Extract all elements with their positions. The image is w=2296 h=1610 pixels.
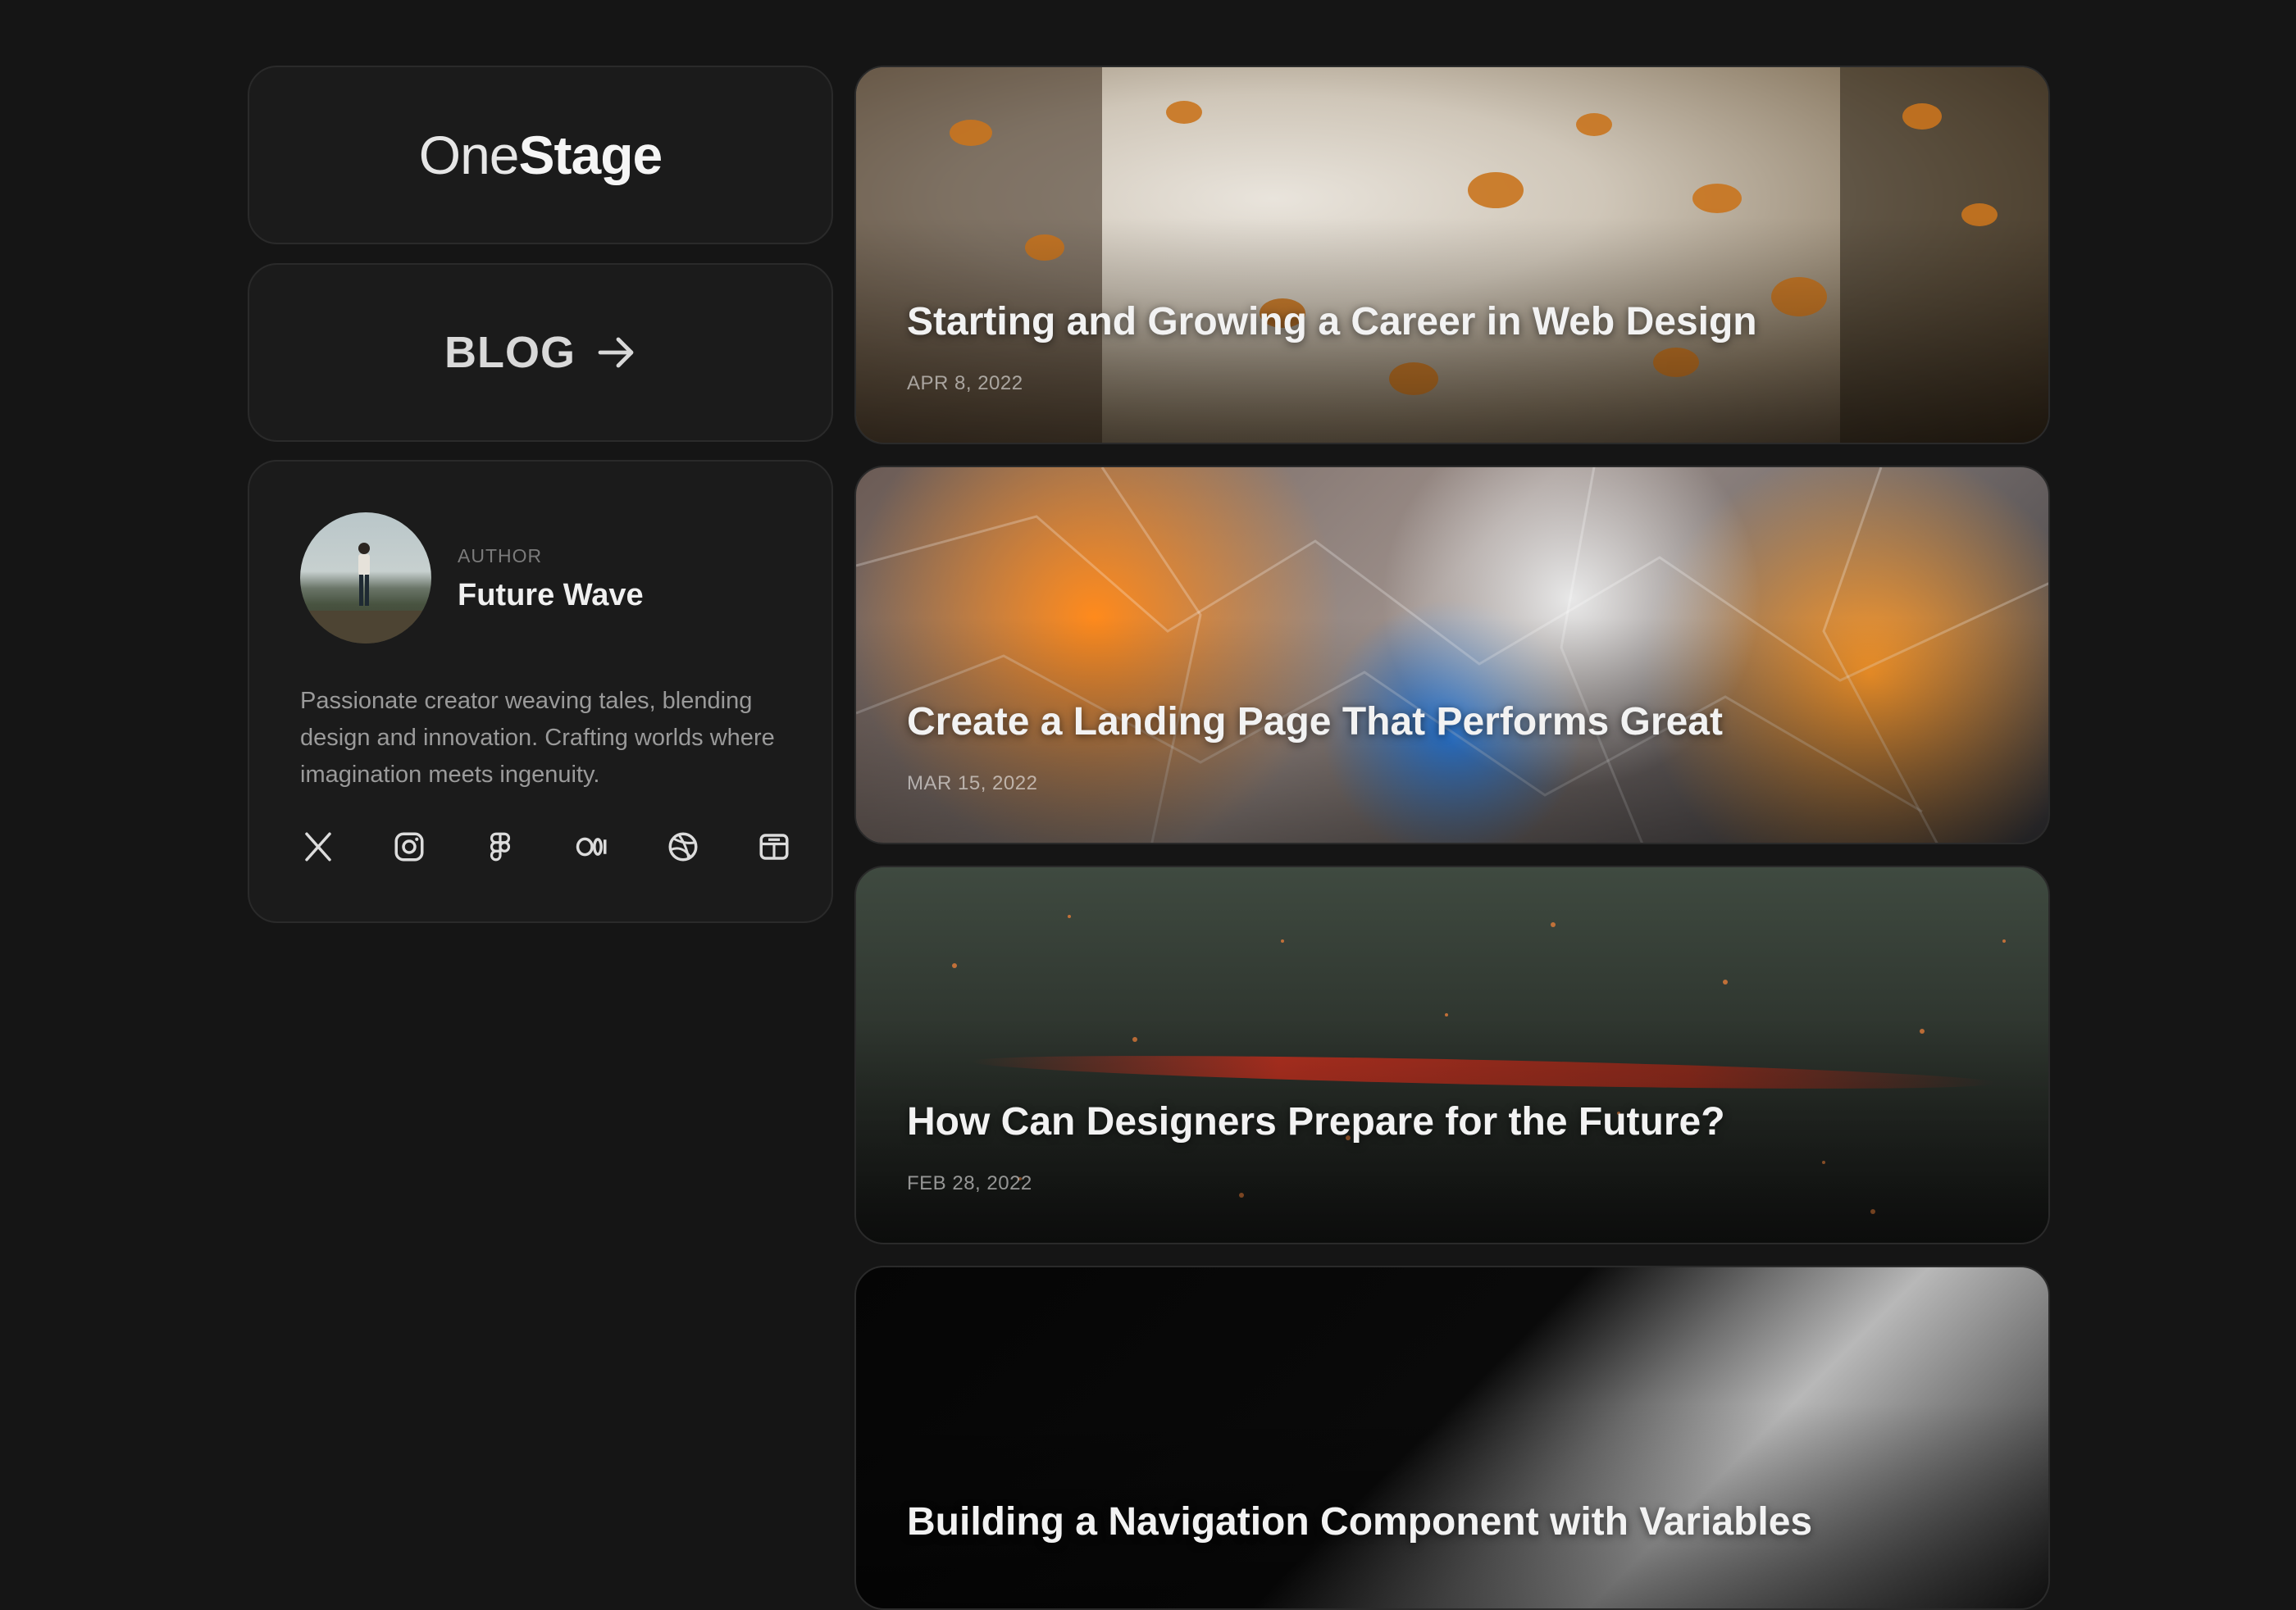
author-name: Future Wave [458, 578, 644, 612]
author-bio: Passionate creator weaving tales, blendi… [300, 688, 775, 788]
author-card: AUTHOR Future Wave Passionate creator we… [248, 460, 833, 923]
post-title: Create a Landing Page That Performs Grea… [907, 700, 1723, 744]
post-title: Starting and Growing a Career in Web Des… [907, 300, 1757, 343]
post-card[interactable]: Starting and Growing a Career in Web Des… [854, 66, 2050, 444]
logo-light-text: One [418, 125, 520, 185]
social-links [300, 829, 792, 865]
author-eyebrow: AUTHOR [458, 545, 543, 566]
framer-icon[interactable] [756, 829, 792, 865]
logo-bold-text: Stage [518, 125, 663, 185]
post-card[interactable]: Building a Navigation Component with Var… [854, 1266, 2050, 1610]
medium-icon[interactable] [574, 829, 610, 865]
x-icon[interactable] [300, 829, 336, 865]
site-logo: OneStage [418, 124, 663, 186]
blog-link-card[interactable]: BLOG [248, 263, 833, 442]
arrow-right-icon [598, 337, 634, 368]
avatar [300, 512, 431, 644]
post-title: How Can Designers Prepare for the Future… [907, 1100, 1725, 1144]
post-title: Building a Navigation Component with Var… [907, 1500, 1813, 1544]
figma-icon[interactable] [482, 829, 518, 865]
post-card[interactable]: Create a Landing Page That Performs Grea… [854, 466, 2050, 844]
post-date: MAR 15, 2022 [907, 772, 1038, 794]
post-date: FEB 28, 2022 [907, 1172, 1032, 1194]
post-card[interactable]: How Can Designers Prepare for the Future… [854, 866, 2050, 1244]
logo-card[interactable]: OneStage [248, 66, 833, 244]
person-silhouette-icon [300, 543, 431, 644]
blog-link-label: BLOG [444, 328, 576, 377]
post-date: APR 8, 2022 [907, 372, 1023, 394]
instagram-icon[interactable] [391, 829, 427, 865]
dribbble-icon[interactable] [665, 829, 701, 865]
